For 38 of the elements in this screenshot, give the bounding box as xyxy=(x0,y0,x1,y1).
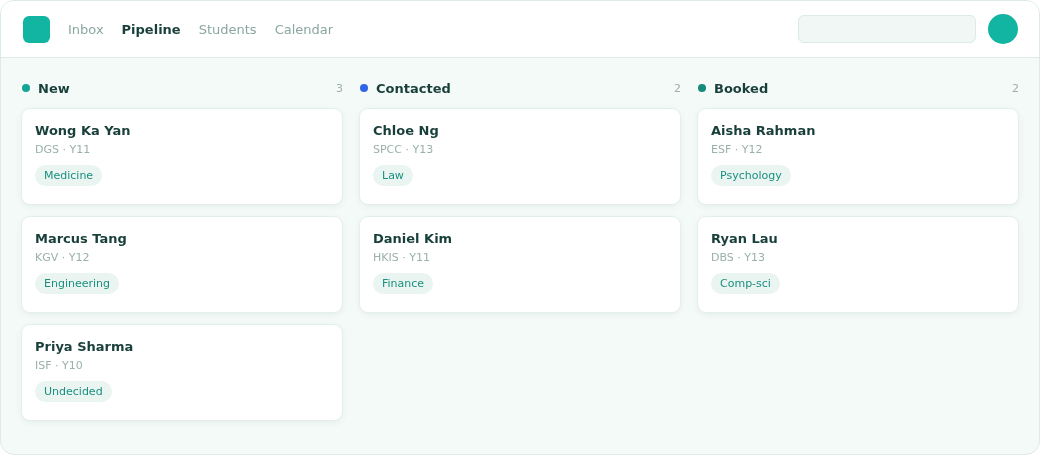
school-year: HKIS · Y11 xyxy=(373,251,430,264)
card-count: 2 xyxy=(1012,81,1019,95)
column-title: Contacted xyxy=(376,80,452,96)
school-year: DBS · Y13 xyxy=(711,251,765,264)
subject-tag: Medicine xyxy=(35,165,103,186)
student-name: Wong Ka Yan xyxy=(35,123,131,138)
student-card[interactable]: Aisha Rahman ESF · Y12 Psychology xyxy=(697,108,1019,205)
student-card[interactable]: Daniel Kim HKIS · Y11 Finance xyxy=(359,216,681,313)
student-card[interactable]: Marcus Tang KGV · Y12 Engineering xyxy=(21,216,343,313)
logo-icon xyxy=(23,15,50,43)
column-title: New xyxy=(38,80,71,96)
student-name: Ryan Lau xyxy=(711,231,778,246)
student-card[interactable]: Priya Sharma ISF · Y10 Undecided xyxy=(21,324,343,421)
subject-tag: Undecided xyxy=(35,381,112,402)
student-card[interactable]: Ryan Lau DBS · Y13 Comp-sci xyxy=(697,216,1019,313)
search-field[interactable] xyxy=(798,15,976,43)
card-count: 3 xyxy=(336,81,343,95)
student-name: Marcus Tang xyxy=(35,231,127,246)
school-year: ISF · Y10 xyxy=(35,359,83,372)
nav-tab[interactable]: Pipeline xyxy=(121,21,181,37)
subject-tag: Finance xyxy=(373,273,434,294)
avatar-icon[interactable] xyxy=(988,14,1018,44)
student-name: Daniel Kim xyxy=(373,231,453,246)
student-name: Priya Sharma xyxy=(35,339,134,354)
student-name: Chloe Ng xyxy=(373,123,439,138)
school-year: ESF · Y12 xyxy=(711,143,763,156)
subject-tag: Comp-sci xyxy=(711,273,780,294)
subject-tag: Law xyxy=(373,165,413,186)
subject-tag: Psychology xyxy=(711,165,791,186)
student-card[interactable]: Wong Ka Yan DGS · Y11 Medicine xyxy=(21,108,343,205)
student-card[interactable]: Chloe Ng SPCC · Y13 Law xyxy=(359,108,681,205)
card-count: 2 xyxy=(674,81,681,95)
school-year: DGS · Y11 xyxy=(35,143,91,156)
school-year: KGV · Y12 xyxy=(35,251,90,264)
subject-tag: Engineering xyxy=(35,273,119,294)
column-title: Booked xyxy=(714,80,770,96)
student-name: Aisha Rahman xyxy=(711,123,816,138)
school-year: SPCC · Y13 xyxy=(373,143,434,156)
